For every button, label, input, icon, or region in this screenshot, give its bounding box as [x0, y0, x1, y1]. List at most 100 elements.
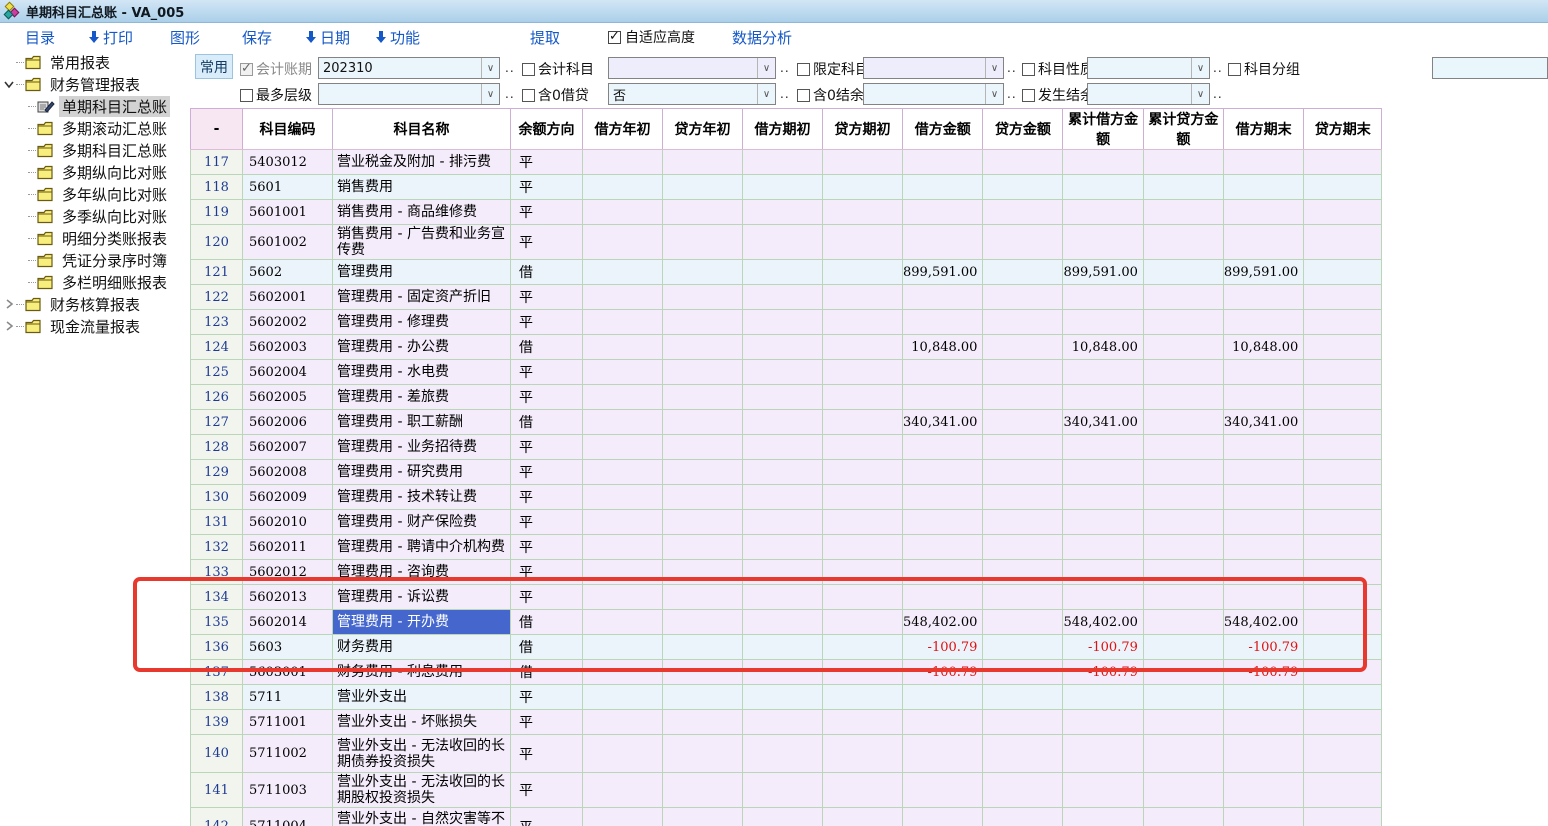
zero-balance-combo[interactable]: ∨: [863, 83, 1004, 105]
amount-cell[interactable]: [663, 735, 743, 773]
account-name-cell[interactable]: 管理费用 - 水电费: [333, 360, 511, 385]
balance-direction-cell[interactable]: 平: [511, 360, 583, 385]
account-name-cell[interactable]: 管理费用 - 财产保险费: [333, 510, 511, 535]
amount-cell[interactable]: [1063, 360, 1143, 385]
amount-cell[interactable]: [983, 435, 1063, 460]
limit-subject-combo[interactable]: ∨: [863, 57, 1004, 79]
amount-cell[interactable]: [663, 485, 743, 510]
amount-cell[interactable]: [663, 808, 743, 826]
amount-cell[interactable]: [583, 175, 663, 200]
column-header[interactable]: 借方金额: [903, 109, 983, 150]
limit-subject-checkbox[interactable]: 限定科目: [797, 59, 869, 79]
amount-cell[interactable]: [983, 635, 1063, 660]
tree-item-report[interactable]: 多年纵向比对账: [0, 183, 190, 205]
column-header[interactable]: 贷方期末: [1304, 109, 1382, 150]
amount-cell[interactable]: [1223, 385, 1303, 410]
row-number-cell[interactable]: 128: [191, 435, 243, 460]
amount-cell[interactable]: [663, 510, 743, 535]
balance-direction-cell[interactable]: 平: [511, 735, 583, 773]
amount-cell[interactable]: [1143, 200, 1223, 225]
amount-cell[interactable]: [823, 635, 903, 660]
amount-cell[interactable]: [823, 435, 903, 460]
row-number-cell[interactable]: 131: [191, 510, 243, 535]
amount-cell[interactable]: [823, 200, 903, 225]
amount-cell[interactable]: [1143, 175, 1223, 200]
amount-cell[interactable]: 340,341.00: [903, 410, 983, 435]
row-number-cell[interactable]: 135: [191, 610, 243, 635]
amount-cell[interactable]: [663, 175, 743, 200]
amount-cell[interactable]: [903, 175, 983, 200]
amount-cell[interactable]: [1223, 435, 1303, 460]
balance-direction-cell[interactable]: 平: [511, 225, 583, 260]
account-code-cell[interactable]: 5602013: [243, 585, 333, 610]
amount-cell[interactable]: [823, 610, 903, 635]
amount-cell[interactable]: [743, 435, 823, 460]
amount-cell[interactable]: [1223, 485, 1303, 510]
browse-dots[interactable]: ..: [505, 87, 515, 101]
account-name-cell[interactable]: 管理费用 - 咨询费: [333, 560, 511, 585]
account-name-cell[interactable]: 管理费用 - 职工薪酬: [333, 410, 511, 435]
balance-direction-cell[interactable]: 平: [511, 510, 583, 535]
amount-cell[interactable]: [1143, 585, 1223, 610]
amount-cell[interactable]: [823, 460, 903, 485]
row-number-cell[interactable]: 134: [191, 585, 243, 610]
amount-cell[interactable]: [903, 150, 983, 175]
amount-cell[interactable]: [1223, 685, 1303, 710]
amount-cell[interactable]: -100.79: [1223, 660, 1303, 685]
tree-item-report[interactable]: 多期纵向比对账: [0, 161, 190, 183]
balance-direction-cell[interactable]: 平: [511, 460, 583, 485]
row-number-cell[interactable]: 139: [191, 710, 243, 735]
amount-cell[interactable]: [1063, 385, 1143, 410]
amount-cell[interactable]: [743, 773, 823, 808]
balance-direction-cell[interactable]: 借: [511, 335, 583, 360]
amount-cell[interactable]: [1304, 710, 1382, 735]
amount-cell[interactable]: [1063, 310, 1143, 335]
amount-cell[interactable]: [983, 175, 1063, 200]
amount-cell[interactable]: [583, 200, 663, 225]
amount-cell[interactable]: 899,591.00: [1223, 260, 1303, 285]
amount-cell[interactable]: 10,848.00: [1063, 335, 1143, 360]
account-code-cell[interactable]: 5711003: [243, 773, 333, 808]
graph-button[interactable]: 图形: [170, 27, 200, 47]
amount-cell[interactable]: [1304, 260, 1382, 285]
amount-cell[interactable]: [583, 660, 663, 685]
account-name-cell[interactable]: 营业税金及附加 - 排污费: [333, 150, 511, 175]
row-number-cell[interactable]: 125: [191, 360, 243, 385]
amount-cell[interactable]: [1063, 560, 1143, 585]
balance-direction-cell[interactable]: 平: [511, 808, 583, 826]
amount-cell[interactable]: [743, 485, 823, 510]
amount-cell[interactable]: [1304, 175, 1382, 200]
acct-subject-checkbox[interactable]: 会计科目: [522, 59, 594, 79]
amount-cell[interactable]: [1304, 200, 1382, 225]
amount-cell[interactable]: [663, 200, 743, 225]
balance-direction-cell[interactable]: 平: [511, 710, 583, 735]
amount-cell[interactable]: [1143, 460, 1223, 485]
row-number-cell[interactable]: 142: [191, 808, 243, 826]
tree-item-report[interactable]: 多季纵向比对账: [0, 205, 190, 227]
amount-cell[interactable]: [983, 510, 1063, 535]
amount-cell[interactable]: [743, 585, 823, 610]
row-number-cell[interactable]: 130: [191, 485, 243, 510]
amount-cell[interactable]: [1304, 808, 1382, 826]
print-button[interactable]: 打印: [88, 27, 133, 47]
amount-cell[interactable]: 548,402.00: [1223, 610, 1303, 635]
amount-cell[interactable]: [1304, 735, 1382, 773]
amount-cell[interactable]: [1063, 225, 1143, 260]
amount-cell[interactable]: [1304, 773, 1382, 808]
balance-direction-cell[interactable]: 平: [511, 485, 583, 510]
column-header[interactable]: 借方年初: [583, 109, 663, 150]
amount-cell[interactable]: [983, 710, 1063, 735]
amount-cell[interactable]: [1063, 285, 1143, 310]
amount-cell[interactable]: [583, 435, 663, 460]
subject-nature-checkbox[interactable]: 科目性质: [1022, 59, 1094, 79]
amount-cell[interactable]: [1063, 773, 1143, 808]
amount-cell[interactable]: [583, 460, 663, 485]
row-number-cell[interactable]: 123: [191, 310, 243, 335]
amount-cell[interactable]: [983, 150, 1063, 175]
selected-account-name-cell[interactable]: 管理费用 - 开办费: [333, 610, 511, 635]
amount-cell[interactable]: [823, 660, 903, 685]
account-code-cell[interactable]: 5601002: [243, 225, 333, 260]
amount-cell[interactable]: [1143, 773, 1223, 808]
column-header[interactable]: 借方期末: [1223, 109, 1303, 150]
amount-cell[interactable]: 899,591.00: [1063, 260, 1143, 285]
